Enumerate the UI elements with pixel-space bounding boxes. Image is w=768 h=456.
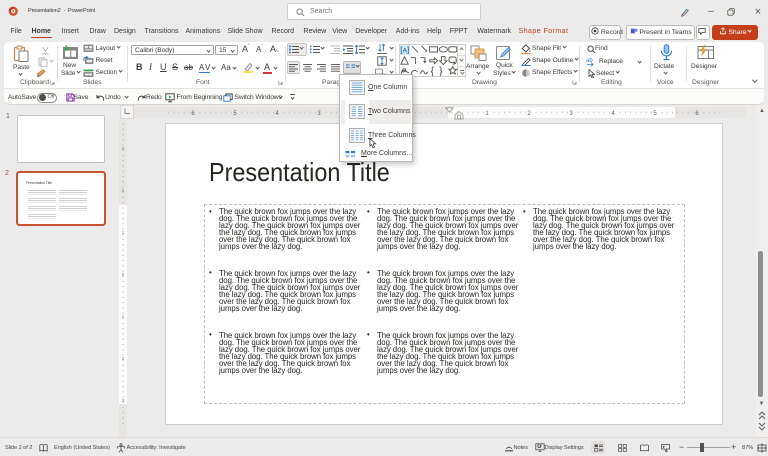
- svg-text:1: 1: [122, 230, 125, 235]
- svg-text:3: 3: [122, 146, 125, 151]
- svg-text:2: 2: [122, 356, 125, 361]
- svg-text:A: A: [403, 48, 408, 55]
- svg-text:ab: ab: [586, 58, 593, 64]
- svg-text:1: 1: [122, 314, 125, 319]
- svg-text:3: 3: [122, 398, 125, 403]
- svg-text:2: 2: [122, 188, 125, 193]
- svg-text:0: 0: [122, 272, 125, 277]
